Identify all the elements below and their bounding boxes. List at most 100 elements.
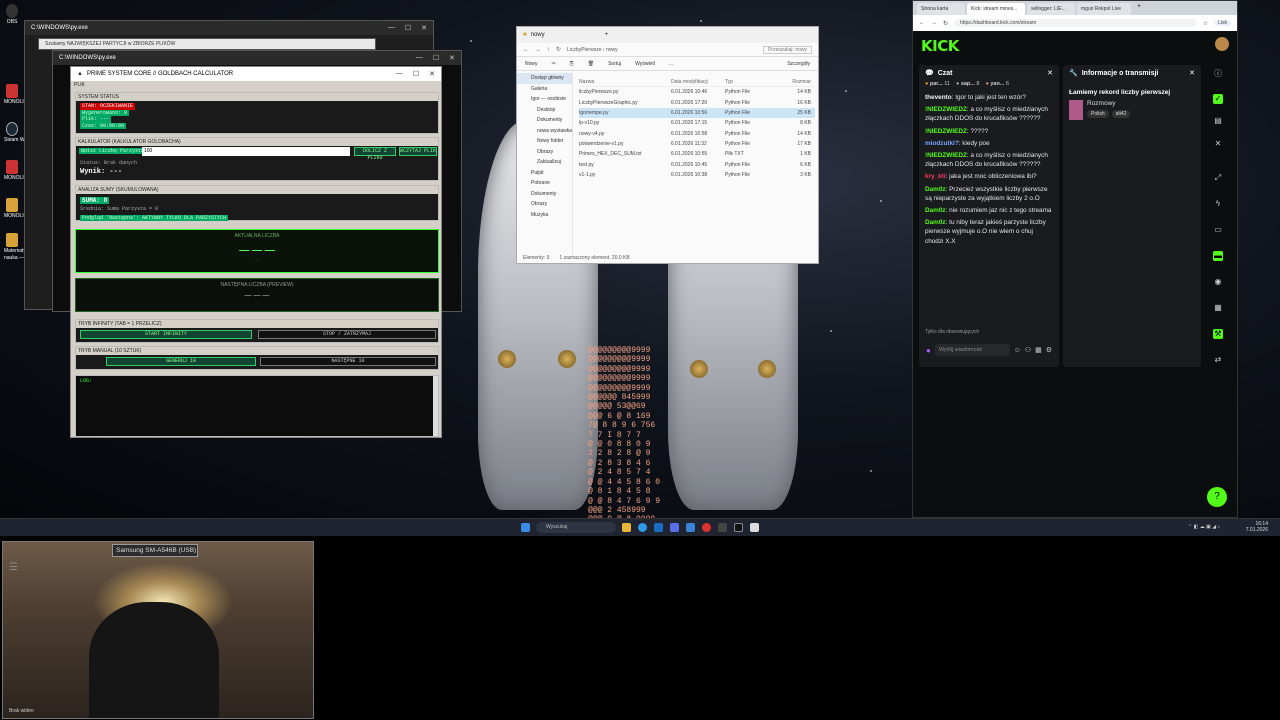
chat-username[interactable]: Dam0z xyxy=(925,219,946,226)
browser-tab[interactable]: mguri Rokpol Live xyxy=(1077,3,1131,15)
chat-input[interactable]: Wyślij wiadomość xyxy=(934,344,1010,356)
users-icon[interactable]: ⚇ xyxy=(1025,346,1031,354)
star-icon[interactable]: ☆ xyxy=(1203,20,1208,27)
clock[interactable]: 16:14 7.01.2026 xyxy=(1246,521,1268,533)
start-icon[interactable] xyxy=(521,523,530,532)
edge-icon[interactable] xyxy=(638,523,647,532)
close-button[interactable]: ✕ xyxy=(429,70,435,78)
tray-icons[interactable]: ⌃ ◧ ☁ ▣ ◢ ♪ xyxy=(1188,524,1220,530)
load-file-button[interactable]: WCZYTAJ PLIK xyxy=(399,147,437,156)
close-button[interactable]: ✕ xyxy=(449,54,455,62)
even-number-input[interactable]: 100 xyxy=(142,147,350,156)
calendar-icon[interactable]: ▦ xyxy=(1035,346,1042,354)
settings-icon[interactable]: ⚙ xyxy=(1046,346,1052,354)
minimize-button[interactable]: — xyxy=(388,24,395,32)
app-icon[interactable] xyxy=(670,523,679,532)
app-icon[interactable] xyxy=(686,523,695,532)
maximize-button[interactable]: ☐ xyxy=(405,24,411,32)
back-icon[interactable]: ← xyxy=(523,47,529,53)
menu-file[interactable]: PLIK xyxy=(71,81,441,89)
new-button[interactable]: Nowy xyxy=(525,61,538,67)
explorer-search[interactable]: Przeszukaj: nowy xyxy=(763,45,812,54)
start-infinity-button[interactable]: START INFINITY xyxy=(80,330,252,339)
chat-message[interactable]: Dam0z: Przecież wszystkie liczby pierwsz… xyxy=(925,185,1053,203)
chat-message[interactable]: Dam0z: tu niby teraz jakieś parzyste lic… xyxy=(925,218,1053,246)
sort-button[interactable]: Sortuj xyxy=(608,61,621,67)
forward-icon[interactable]: → xyxy=(931,20,937,26)
file-row[interactable]: LiczbyPierwszeGraphic.py 6.01.2026 17:20 P… xyxy=(579,98,815,108)
maximize-button[interactable]: ☐ xyxy=(433,54,439,62)
bolt-icon[interactable]: ϟ xyxy=(1213,199,1223,209)
file-row[interactable]: v1-1.py 6.01.2026 10:38 Python File 3 KB xyxy=(579,170,815,180)
taskbar-search[interactable]: Wyszukaj xyxy=(536,522,616,533)
chat-username[interactable]: !NIEDZWIEDZ xyxy=(925,152,967,159)
top-chatter[interactable]: ● sap... 8 xyxy=(956,81,980,87)
top-chatter[interactable]: ● par... 11 xyxy=(925,81,950,87)
nav-item[interactable]: Dokumenty xyxy=(517,189,572,200)
chat-username[interactable]: Dam0z xyxy=(925,207,946,214)
desktop-icon-monoli[interactable]: MONOLI xyxy=(4,84,24,105)
tag[interactable]: Polish xyxy=(1087,110,1109,118)
pyapp-titlebar[interactable]: ▲ PRIME SYSTEM CORE // GOLDBACH CALCULAT… xyxy=(71,67,441,81)
file-row[interactable]: lp-v10.py 6.01.2026 17:15 Python File 8 KB xyxy=(579,118,815,128)
refresh-icon[interactable]: ↻ xyxy=(943,20,948,27)
chat-message[interactable]: kry_kti: jaka jest moc obliczeniowa ibi? xyxy=(925,172,1053,181)
chat-username[interactable]: miodzutki? xyxy=(925,140,959,147)
close-button[interactable]: ✕ xyxy=(421,24,427,32)
chat-username[interactable]: Dam0z xyxy=(925,186,946,193)
desktop-icon-steam[interactable]: Steam W... xyxy=(4,122,28,143)
explorer-titlebar[interactable]: ■ nowy + xyxy=(517,27,818,43)
more-button[interactable]: ... xyxy=(669,61,673,67)
chrome-icon[interactable] xyxy=(702,523,711,532)
info-icon[interactable]: ⓘ xyxy=(1213,69,1223,79)
chat-username[interactable]: !NIEDZWIEDZ xyxy=(925,128,967,135)
chat-message[interactable]: !NIEDZWIEDZ: a co myślisz o miedzianych … xyxy=(925,105,1053,123)
back-icon[interactable]: ← xyxy=(919,20,925,26)
check-icon[interactable]: ✓ xyxy=(1213,94,1223,104)
nav-item[interactable]: Desktop xyxy=(517,105,572,116)
delete-icon[interactable]: 🗑 xyxy=(588,61,594,67)
wrench-toggle-icon[interactable]: ⚒ xyxy=(1213,329,1223,339)
file-explorer-window[interactable]: ■ nowy + ← → ↑ ↻ LiczbyPierwsze › nowy Prze… xyxy=(516,26,819,264)
chat-username[interactable]: thevento xyxy=(925,94,952,101)
console-titlebar[interactable]: C:\WINDOWS\py.exe — ☐ ✕ xyxy=(53,51,461,65)
browser-tab[interactable]: Strona karta xyxy=(917,3,965,15)
maximize-button[interactable]: ☐ xyxy=(413,70,419,78)
top-chatter[interactable]: ● yan... 6 xyxy=(985,81,1009,87)
browser-tab[interactable]: sellogger: LIE... xyxy=(1027,3,1075,15)
layout-icon[interactable]: ▤ xyxy=(1213,116,1223,126)
nav-item[interactable]: Pulpit xyxy=(517,168,572,179)
console-titlebar[interactable]: C:\WINDOWS\py.exe — ☐ ✕ xyxy=(25,21,433,35)
browser-window[interactable]: Strona karta Kick: stream mines... sello… xyxy=(912,0,1238,518)
chat-message-list[interactable]: thevento: Igor to jaki jest ten wzór? !NI… xyxy=(919,91,1059,327)
console-window-2[interactable]: Szukamy NAJWIĘKSZEJ PARTYCJI w ZBIORZE P… xyxy=(38,38,376,50)
stop-infinity-button[interactable]: STOP / ZATRZYMAJ xyxy=(258,330,436,339)
chat-toggle-icon[interactable]: ▬ xyxy=(1213,251,1223,261)
nav-item[interactable]: Obrazy xyxy=(517,199,572,210)
stream-category[interactable]: Rozmowy xyxy=(1087,100,1130,107)
minimize-button[interactable]: — xyxy=(416,54,423,62)
nav-item[interactable]: Galeria xyxy=(517,84,572,95)
close-icon[interactable]: ✕ xyxy=(1213,139,1223,149)
file-row[interactable]: test.py 6.01.2026 10:45 Python File 6 KB xyxy=(579,159,815,169)
chat-username[interactable]: kry_kti xyxy=(925,173,946,180)
profile-button[interactable]: Lisk xyxy=(1214,20,1231,26)
mic-icon[interactable]: ● xyxy=(926,346,931,355)
avatar[interactable] xyxy=(1215,37,1229,51)
document-icon[interactable]: ▭ xyxy=(1213,225,1223,235)
broadcast-icon[interactable]: ◉ xyxy=(1213,277,1223,287)
view-button[interactable]: Wyświetl xyxy=(635,61,655,67)
nav-item[interactable]: nowa wystawka xyxy=(517,126,572,137)
desktop-icon-matematyczny[interactable]: Matematycznynauka — kopia xyxy=(4,233,37,261)
generate-10-button[interactable]: GENERUJ 10 xyxy=(106,357,256,366)
url-bar[interactable]: https://dashboard.kick.com/stream xyxy=(954,19,1197,27)
app-icon[interactable] xyxy=(750,523,759,532)
nav-item[interactable]: Dokumenty xyxy=(517,115,572,126)
up-icon[interactable]: ↑ xyxy=(547,47,550,53)
expand-icon[interactable]: ⤢ xyxy=(1213,173,1223,183)
file-row[interactable]: Primes_HEX_DEC_SUM.txt 6.01.2026 10:55 Pli… xyxy=(579,149,815,159)
chat-message[interactable]: thevento: Igor to jaki jest ten wzór? xyxy=(925,93,1053,102)
new-tab-button[interactable]: + xyxy=(605,32,609,38)
nav-item[interactable]: Pobrane xyxy=(517,178,572,189)
minimize-button[interactable]: — xyxy=(396,70,403,78)
